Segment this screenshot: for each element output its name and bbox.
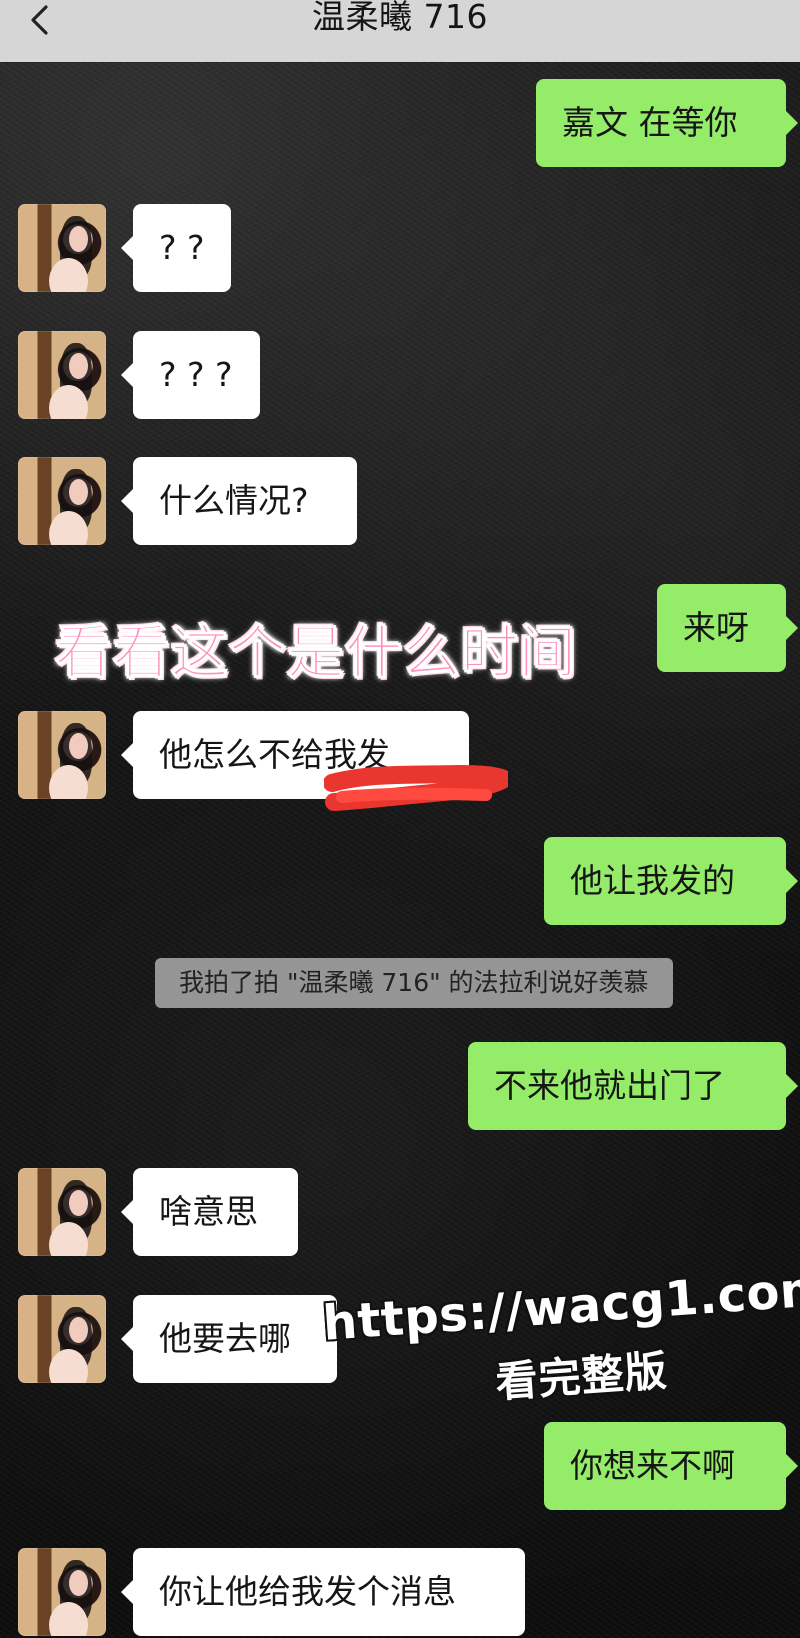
message-row-left: ? ? ? [0,331,265,419]
message-row-right: 嘉文 在等你 [536,79,798,167]
overlay-question-title: 看看这个是什么时间 [55,620,577,687]
message-bubble[interactable]: 他让我发的 [544,837,798,925]
red-redaction-scribble [324,765,508,811]
contact-avatar[interactable] [18,204,106,292]
message-row-left: 你让他给我发个消息 [0,1548,532,1636]
message-bubble[interactable]: 嘉文 在等你 [536,79,798,167]
message-row-right: 你想来不啊 [544,1422,798,1510]
message-bubble[interactable]: 不来他就出门了 [468,1042,798,1130]
contact-avatar[interactable] [18,331,106,419]
system-message: 我拍了拍 "温柔曦 716" 的法拉利说好羡慕 [155,958,673,1008]
page-title: 温柔曦 716 [312,0,488,36]
message-row-left: 他要去哪 [0,1295,342,1383]
message-bubble[interactable]: 什么情况? [121,457,357,545]
message-bubble[interactable]: ? ? ? [121,331,260,419]
message-bubble[interactable]: 你想来不啊 [544,1422,798,1510]
message-bubble[interactable]: 啥意思 [121,1168,298,1256]
message-row-right: 不来他就出门了 [468,1042,798,1130]
contact-avatar[interactable] [18,457,106,545]
contact-avatar[interactable] [18,1168,106,1256]
contact-avatar[interactable] [18,1548,106,1636]
message-row-left: 啥意思 [0,1168,303,1256]
message-bubble[interactable]: 他要去哪 [121,1295,337,1383]
message-bubble[interactable]: 来呀 [657,584,798,672]
message-bubble[interactable]: ? ? [121,204,231,292]
message-row-left: 什么情况? [0,457,360,545]
message-row-left: ? ? [0,204,235,292]
message-row-right: 来呀 [657,584,798,672]
chat-header: 温柔曦 716 [0,0,800,62]
contact-avatar[interactable] [18,1295,106,1383]
message-row-right: 他让我发的 [544,837,798,925]
contact-avatar[interactable] [18,711,106,799]
message-bubble[interactable]: 你让他给我发个消息 [121,1548,525,1636]
